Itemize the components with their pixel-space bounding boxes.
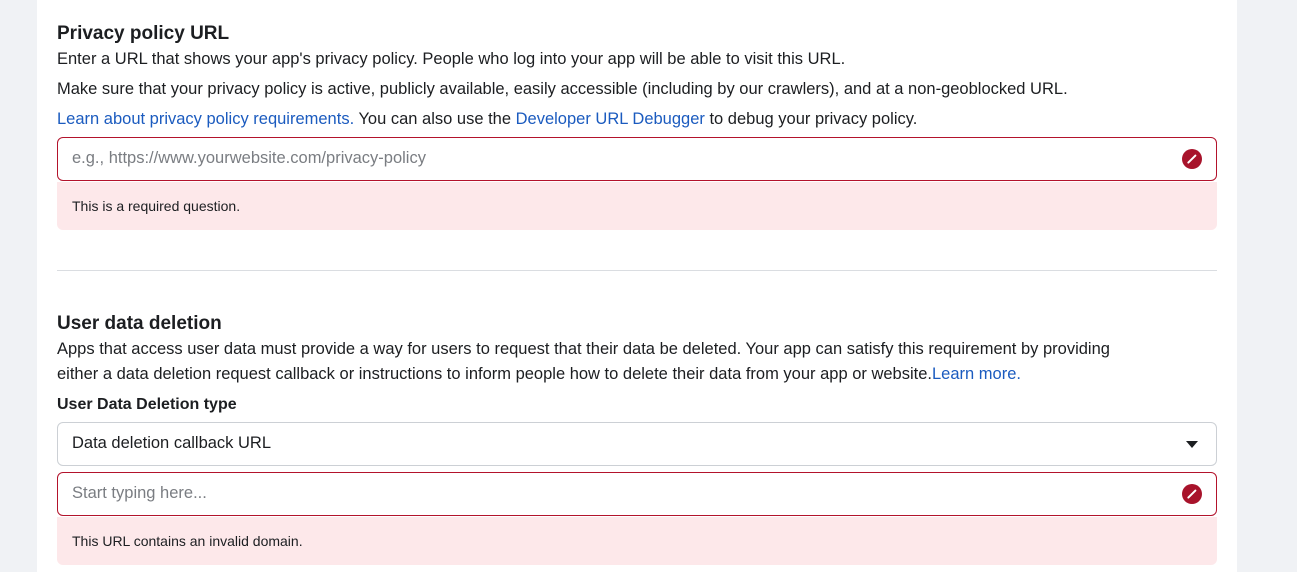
deletion-url-error-text: This URL contains an invalid domain. (72, 533, 303, 549)
developer-url-debugger-link[interactable]: Developer URL Debugger (516, 110, 705, 128)
learn-more-period: . (1016, 365, 1021, 383)
links-mid-text: You can also use the (354, 110, 516, 128)
privacy-policy-error-message: This is a required question. (57, 182, 1217, 230)
privacy-policy-title: Privacy policy URL (57, 23, 230, 44)
privacy-policy-url-input[interactable]: e.g., https://www.yourwebsite.com/privac… (57, 137, 1217, 181)
error-circle-icon (1182, 149, 1202, 169)
privacy-policy-requirements-text: Make sure that your privacy policy is ac… (57, 80, 1068, 98)
deletion-type-selected-value: Data deletion callback URL (72, 434, 272, 452)
section-divider (57, 270, 1217, 271)
deletion-callback-url-input[interactable]: Start typing here... (57, 472, 1217, 516)
user-data-deletion-title: User data deletion (57, 313, 222, 334)
user-data-deletion-type-label: User Data Deletion type (57, 396, 237, 413)
caret-down-icon (1186, 441, 1198, 448)
learn-more-link[interactable]: Learn more (932, 365, 1016, 383)
privacy-policy-links-line: Learn about privacy policy requirements.… (57, 110, 917, 129)
form-content: Privacy policy URL Enter a URL that show… (57, 0, 1217, 572)
privacy-policy-error-text: This is a required question. (72, 198, 241, 214)
deletion-url-error-message: This URL contains an invalid domain. (57, 517, 1217, 565)
settings-card: Privacy policy URL Enter a URL that show… (37, 0, 1237, 572)
user-data-deletion-type-select[interactable]: Data deletion callback URL (57, 422, 1217, 466)
deletion-callback-url-placeholder: Start typing here... (72, 484, 207, 502)
user-data-deletion-description-line1: Apps that access user data must provide … (57, 340, 1110, 358)
user-data-deletion-description-line2: either a data deletion request callback … (57, 365, 1021, 384)
privacy-policy-description: Enter a URL that shows your app's privac… (57, 50, 846, 68)
links-end-text: to debug your privacy policy. (704, 110, 918, 128)
error-circle-icon (1182, 484, 1202, 504)
privacy-policy-url-placeholder: e.g., https://www.yourwebsite.com/privac… (72, 149, 426, 167)
deletion-desc-text: either a data deletion request callback … (57, 365, 932, 383)
privacy-requirements-link[interactable]: Learn about privacy policy requirements. (57, 110, 354, 128)
